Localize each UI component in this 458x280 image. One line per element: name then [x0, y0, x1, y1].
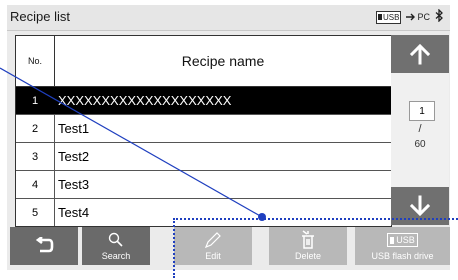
table-header: No. Recipe name	[16, 36, 391, 87]
column-header-recipe-name: Recipe name	[181, 53, 265, 69]
status-icons: USB PC	[376, 8, 444, 25]
arrow-down-icon	[409, 195, 431, 217]
row-number: 2	[16, 115, 55, 142]
back-button[interactable]	[10, 227, 78, 265]
search-button[interactable]: Search	[82, 227, 150, 265]
page-scroller: 1 / 60	[391, 35, 449, 225]
search-icon	[108, 232, 123, 247]
page-title: Recipe list	[10, 9, 70, 24]
usb-status-icon: USB	[376, 10, 402, 24]
row-recipe-name: Test3	[58, 177, 90, 192]
bluetooth-icon	[435, 8, 444, 25]
scroll-up-button[interactable]	[391, 35, 449, 73]
arrow-up-icon	[409, 43, 431, 65]
row-recipe-name: Test2	[58, 149, 90, 164]
total-pages: 60	[414, 139, 426, 150]
current-page-field[interactable]: 1	[409, 101, 435, 121]
recipe-table: No. Recipe name 1 XXXXXXXXXXXXXXXXXXXX 2…	[15, 35, 392, 227]
table-row[interactable]: 4 Test3	[16, 171, 391, 199]
table-row[interactable]: 3 Test2	[16, 143, 391, 171]
row-recipe-name: Test1	[58, 121, 90, 136]
row-number: 4	[16, 171, 55, 198]
row-number: 1	[16, 87, 55, 114]
row-number: 3	[16, 143, 55, 170]
title-bar: Recipe list USB PC	[7, 5, 450, 31]
callout-highlight-box	[173, 218, 458, 278]
table-row-selected[interactable]: 1 XXXXXXXXXXXXXXXXXXXX	[16, 87, 391, 115]
row-recipe-name: XXXXXXXXXXXXXXXXXXXX	[58, 93, 232, 108]
search-button-label: Search	[101, 251, 131, 261]
column-header-no: No.	[16, 36, 55, 86]
row-recipe-name: Test4	[58, 205, 90, 220]
page-separator: /	[418, 123, 422, 135]
table-row[interactable]: 2 Test1	[16, 115, 391, 143]
back-arrow-icon	[35, 237, 54, 253]
row-number: 5	[16, 199, 55, 226]
pc-connection-icon: PC	[406, 12, 430, 22]
